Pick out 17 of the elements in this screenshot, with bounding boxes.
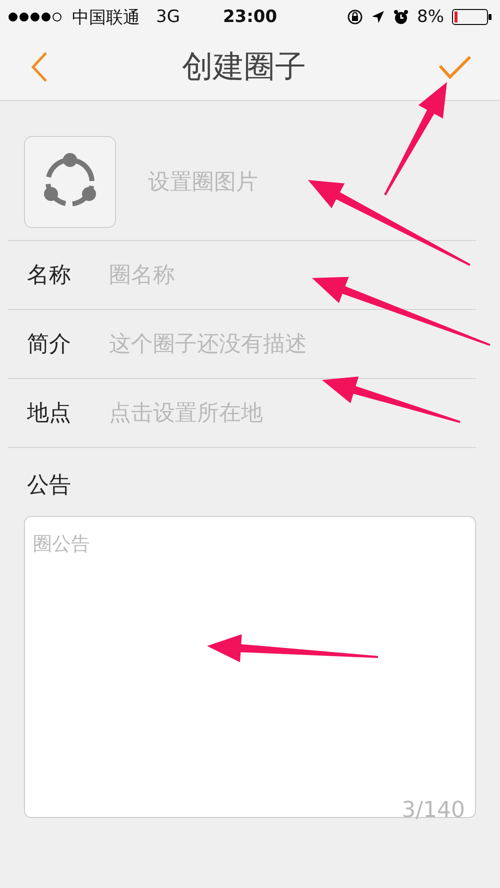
rotation-lock-icon [347,9,364,25]
clock: 23:00 [222,7,278,27]
circle-image-button[interactable] [24,136,116,228]
alarm-icon [393,9,410,25]
location-icon [371,10,386,24]
battery-icon [452,9,492,25]
notice-placeholder: 圈公告 [33,532,90,557]
signal-icon [8,12,64,22]
carrier: 中国联通 [72,6,140,28]
battery-percent: 8% [417,7,444,27]
field-label: 地点 [26,400,72,428]
network-type: 3G [156,7,180,27]
notice-text-area[interactable]: 圈公告 3/140 [24,516,476,818]
field-label: 简介 [26,331,72,359]
notice-label: 公告 [26,472,72,500]
field-label: 名称 [26,262,72,290]
page-title: 创建圈子 [182,48,306,87]
